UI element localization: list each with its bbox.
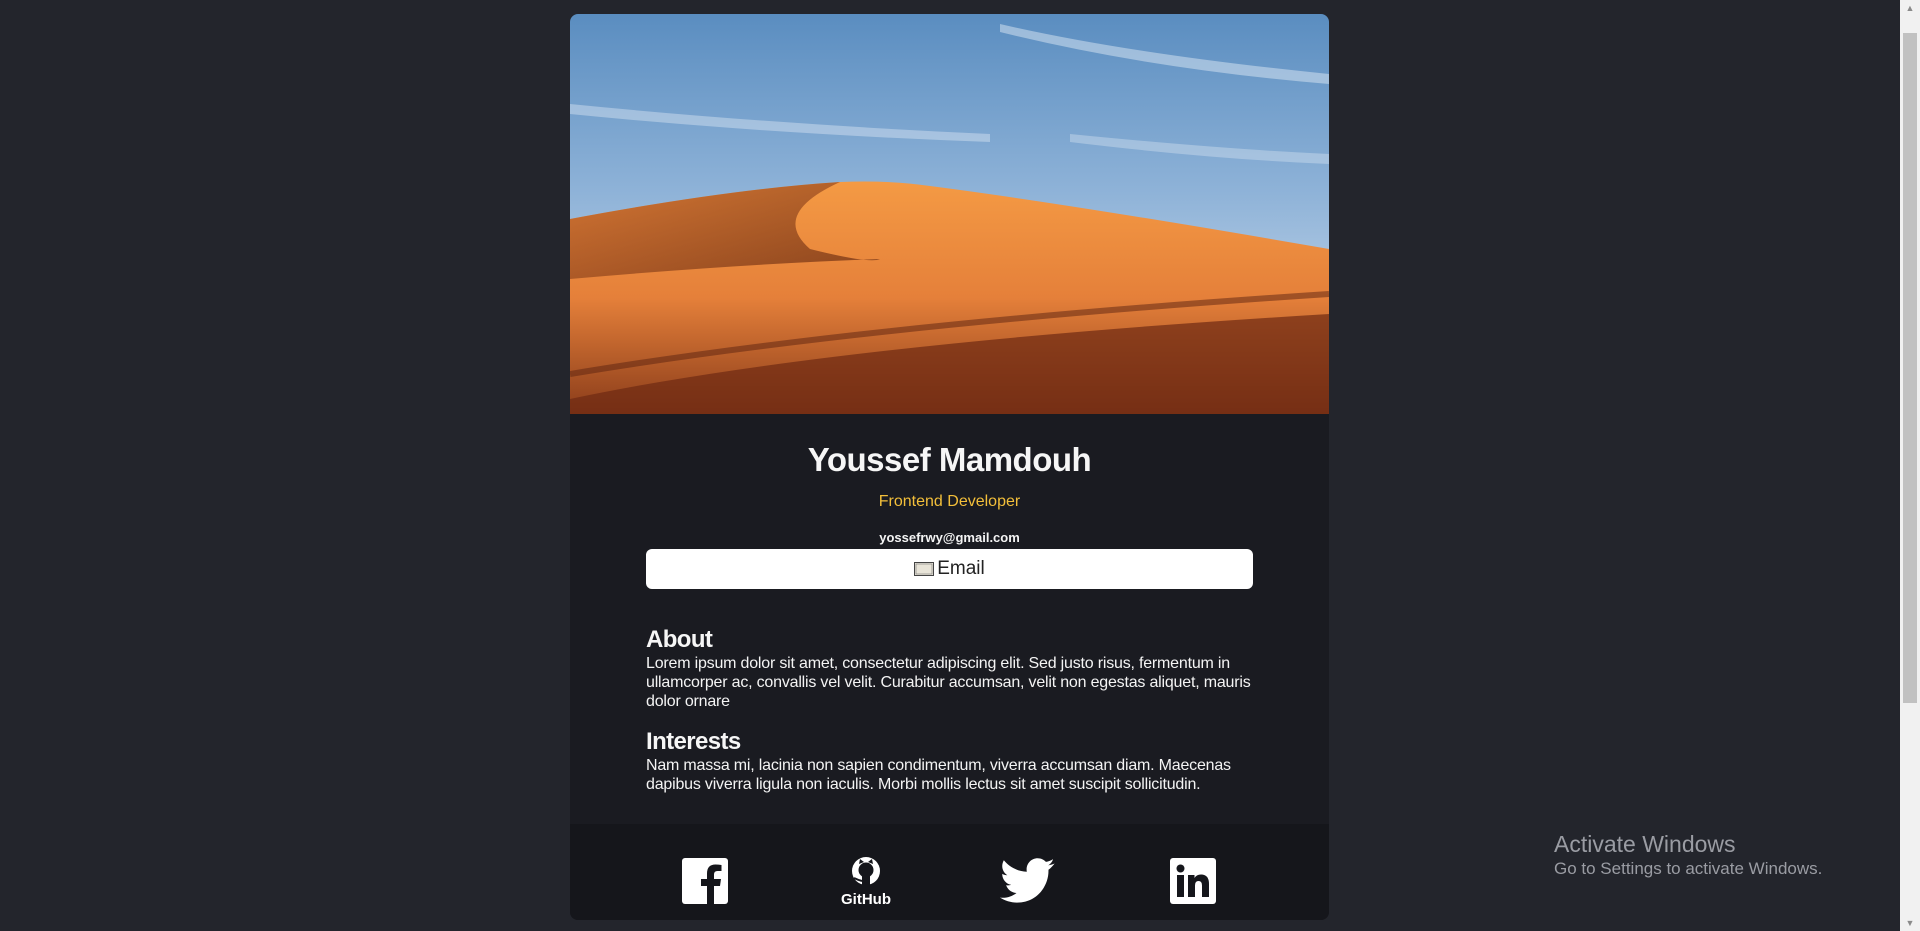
twitter-icon[interactable] — [998, 858, 1058, 904]
email-button-label: Email — [937, 558, 985, 579]
watermark-title: Activate Windows — [1554, 831, 1736, 857]
profile-card: Youssef Mamdouh Frontend Developer yosse… — [570, 14, 1329, 920]
interests-heading: Interests — [646, 728, 741, 755]
social-footer: GitHub — [570, 824, 1329, 920]
profile-name: Youssef Mamdouh — [807, 441, 1092, 478]
facebook-icon[interactable] — [682, 858, 728, 904]
scroll-up-arrow-icon[interactable]: ▲ — [1903, 0, 1917, 16]
windows-activation-watermark: Activate Windows Go to Settings to activ… — [1554, 830, 1822, 880]
scrollbar-thumb[interactable] — [1903, 33, 1917, 703]
github-icon[interactable]: GitHub — [840, 856, 892, 906]
github-wordmark: GitHub — [841, 891, 891, 906]
about-heading: About — [646, 626, 713, 653]
scroll-down-arrow-icon[interactable]: ▼ — [1903, 915, 1917, 931]
hero-image — [570, 14, 1329, 414]
interests-text: Nam massa mi, lacinia non sapien condime… — [646, 757, 1231, 793]
linkedin-icon[interactable] — [1170, 858, 1216, 904]
email-button[interactable]: Email — [646, 549, 1253, 589]
profile-email: yossefrwy@gmail.com — [879, 530, 1020, 545]
envelope-icon — [914, 562, 935, 576]
about-text: Lorem ipsum dolor sit amet, consectetur … — [646, 655, 1251, 710]
watermark-subtitle: Go to Settings to activate Windows. — [1554, 859, 1823, 878]
profile-role: Frontend Developer — [878, 493, 1021, 510]
